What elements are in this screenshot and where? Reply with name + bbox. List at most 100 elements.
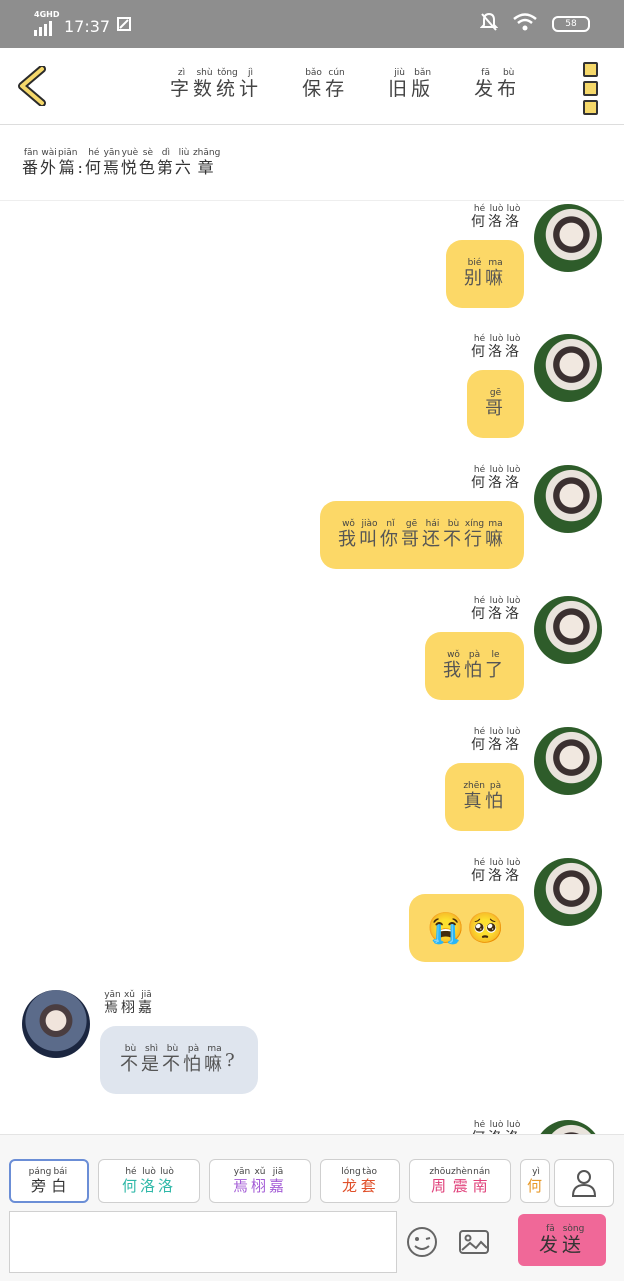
ruby-char: 洛luò <box>505 858 522 884</box>
chevron-left-icon <box>18 65 46 107</box>
message-item[interactable]: 焉yān栩xǔ嘉jiā 不bù 是shì 不bù 怕pà 嘛ma? <box>22 990 422 1100</box>
ruby-char: 是shì <box>141 1044 162 1075</box>
ruby-char: 怕pà <box>183 1044 204 1075</box>
ruby-char: 旁páng <box>28 1166 52 1195</box>
send-button[interactable]: 发fā 送sòng <box>518 1214 606 1266</box>
speaker-name: 何hé洛luò洛luò <box>471 858 522 885</box>
message-bubble[interactable]: 😭 🥺 <box>409 894 524 962</box>
network-indicator: 4GHD <box>34 10 60 19</box>
message-item[interactable]: 何hé洛luò洛luò 我wǒ 叫jiào 你nǐ 哥gē 还hái 不bù 行xíng 嘛ma <box>42 465 602 575</box>
message-bubble[interactable]: 别bié 嘛ma <box>446 240 524 308</box>
ruby-char: 六liù <box>174 148 193 177</box>
top-nav-item-0[interactable]: 字zì数shù统tǒng计jì <box>170 68 262 101</box>
ruby-char: 布bù <box>497 68 521 100</box>
ruby-char: 不bù <box>120 1044 141 1075</box>
message-item[interactable]: 何hé洛luò洛luò 别bié 嘛ma <box>42 204 602 314</box>
ruby-char: 白bái <box>51 1166 70 1195</box>
role-chip[interactable]: 周zhōu 震zhèn 南nán <box>409 1159 511 1203</box>
message-item[interactable]: 何hé洛luò洛luò 我wǒ 怕pà 了le <box>42 596 602 706</box>
speaker-name: 何hé洛luò洛luò <box>471 596 522 623</box>
top-nav-item-3[interactable]: 发fā布bù <box>474 68 520 101</box>
role-chip[interactable]: 龙lóng 套tào <box>320 1159 400 1203</box>
status-bar: 4GHD 17:37 58 <box>0 0 624 48</box>
message-item[interactable]: 何hé洛luò洛luò 哥gē <box>42 334 602 444</box>
ruby-char: 栩xǔ <box>121 990 138 1016</box>
ruby-char: 还hái <box>422 519 443 550</box>
message-item[interactable]: 何hé洛luò洛luò <box>42 1120 602 1134</box>
ruby-char: 怕pà <box>464 650 485 681</box>
ruby-char: 真zhēn <box>463 781 485 812</box>
ruby-char: 洛luò <box>488 596 505 622</box>
ruby-char: 何hé <box>471 596 488 622</box>
signal-icon <box>34 20 52 36</box>
role-chip[interactable]: 旁páng 白bái <box>9 1159 89 1203</box>
avatar[interactable] <box>534 596 602 664</box>
ruby-char: 叫jiào <box>359 519 380 550</box>
status-right: 58 <box>479 12 590 36</box>
ruby-char: 南nán <box>472 1166 491 1195</box>
ruby-char: 何yì <box>527 1166 546 1195</box>
ruby-char: 龙lóng <box>341 1166 361 1195</box>
top-bar: 字zì数shù统tǒng计jì 保bǎo存cún 旧jiù版bǎn 发fā布bù <box>0 48 624 125</box>
message-item[interactable]: 何hé洛luò洛luò 😭 🥺 <box>42 858 602 968</box>
avatar[interactable] <box>534 858 602 926</box>
avatar[interactable] <box>534 334 602 402</box>
ruby-char: 不bù <box>443 519 464 550</box>
message-item[interactable]: 何hé洛luò洛luò 真zhēn 怕pà <box>42 727 602 837</box>
ruby-char: 何hé <box>471 858 488 884</box>
ruby-char: 存cún <box>325 68 349 100</box>
ruby-char: 何hé <box>121 1166 140 1195</box>
ruby-char: 洛luò <box>488 727 505 753</box>
ruby-char: 了le <box>485 650 506 681</box>
ruby-char: 篇piān <box>58 148 78 177</box>
role-chip[interactable]: 何yì <box>520 1159 550 1203</box>
ruby-char: 洛luò <box>488 204 505 230</box>
top-nav: 字zì数shù统tǒng计jì 保bǎo存cún 旧jiù版bǎn 发fā布bù <box>170 68 520 101</box>
ruby-char: 外wài <box>40 148 59 177</box>
emoji: 🥺 <box>466 910 506 946</box>
ruby-char: 统tǒng <box>216 68 240 100</box>
top-nav-item-2[interactable]: 旧jiù版bǎn <box>388 68 434 101</box>
ruby-char: 你nǐ <box>380 519 401 550</box>
avatar[interactable] <box>534 727 602 795</box>
ruby-char: 怕pà <box>485 781 506 812</box>
status-time: 17:37 <box>64 16 111 36</box>
ruby-char: 何hé <box>471 727 488 753</box>
emoji-button[interactable] <box>405 1225 439 1259</box>
message-bubble[interactable]: 我wǒ 怕pà 了le <box>425 632 524 700</box>
avatar[interactable] <box>534 465 602 533</box>
more-menu-button[interactable] <box>583 62 598 115</box>
ruby-char: 数shù <box>193 68 217 100</box>
ruby-char: 何hé <box>471 334 488 360</box>
ruby-char: 洛luò <box>505 727 522 753</box>
battery-icon: 58 <box>552 16 590 32</box>
role-chip-bar: 旁páng 白bái 何hé 洛luò 洛luò 焉yān 栩xǔ 嘉jiā 龙lóng 套tào… <box>9 1159 550 1203</box>
ruby-char: 洛luò <box>158 1166 177 1195</box>
message-bubble[interactable]: 我wǒ 叫jiào 你nǐ 哥gē 还hái 不bù 行xíng 嘛ma <box>320 501 524 569</box>
message-bubble[interactable]: 哥gē <box>467 370 524 438</box>
avatar[interactable] <box>22 990 90 1058</box>
ruby-char: 焉yān <box>102 148 121 177</box>
top-nav-item-1[interactable]: 保bǎo存cún <box>302 68 348 101</box>
image-icon <box>459 1230 489 1254</box>
ruby-char: 嘛ma <box>485 519 506 550</box>
avatar[interactable] <box>534 1120 602 1134</box>
message-bubble[interactable]: 真zhēn 怕pà <box>445 763 524 831</box>
message-bubble[interactable]: 不bù 是shì 不bù 怕pà 嘛ma? <box>100 1026 258 1094</box>
ruby-char: 洛luò <box>488 334 505 360</box>
avatar[interactable] <box>534 204 602 272</box>
ruby-char: 何hé <box>471 465 488 491</box>
person-icon <box>571 1170 597 1197</box>
role-chip[interactable]: 焉yān 栩xǔ 嘉jiā <box>209 1159 311 1203</box>
role-chip[interactable]: 何hé 洛luò 洛luò <box>98 1159 200 1203</box>
back-button[interactable] <box>16 65 48 107</box>
screenshot-icon <box>116 16 132 36</box>
ruby-char: 发fā <box>474 68 498 100</box>
message-input[interactable] <box>9 1211 397 1273</box>
ruby-char: 我wǒ <box>443 650 464 681</box>
ruby-char: : <box>77 158 85 177</box>
image-button[interactable] <box>457 1225 491 1259</box>
character-profile-button[interactable] <box>554 1159 614 1207</box>
speaker-name: 何hé洛luò洛luò <box>471 334 522 361</box>
mute-icon <box>479 12 499 36</box>
